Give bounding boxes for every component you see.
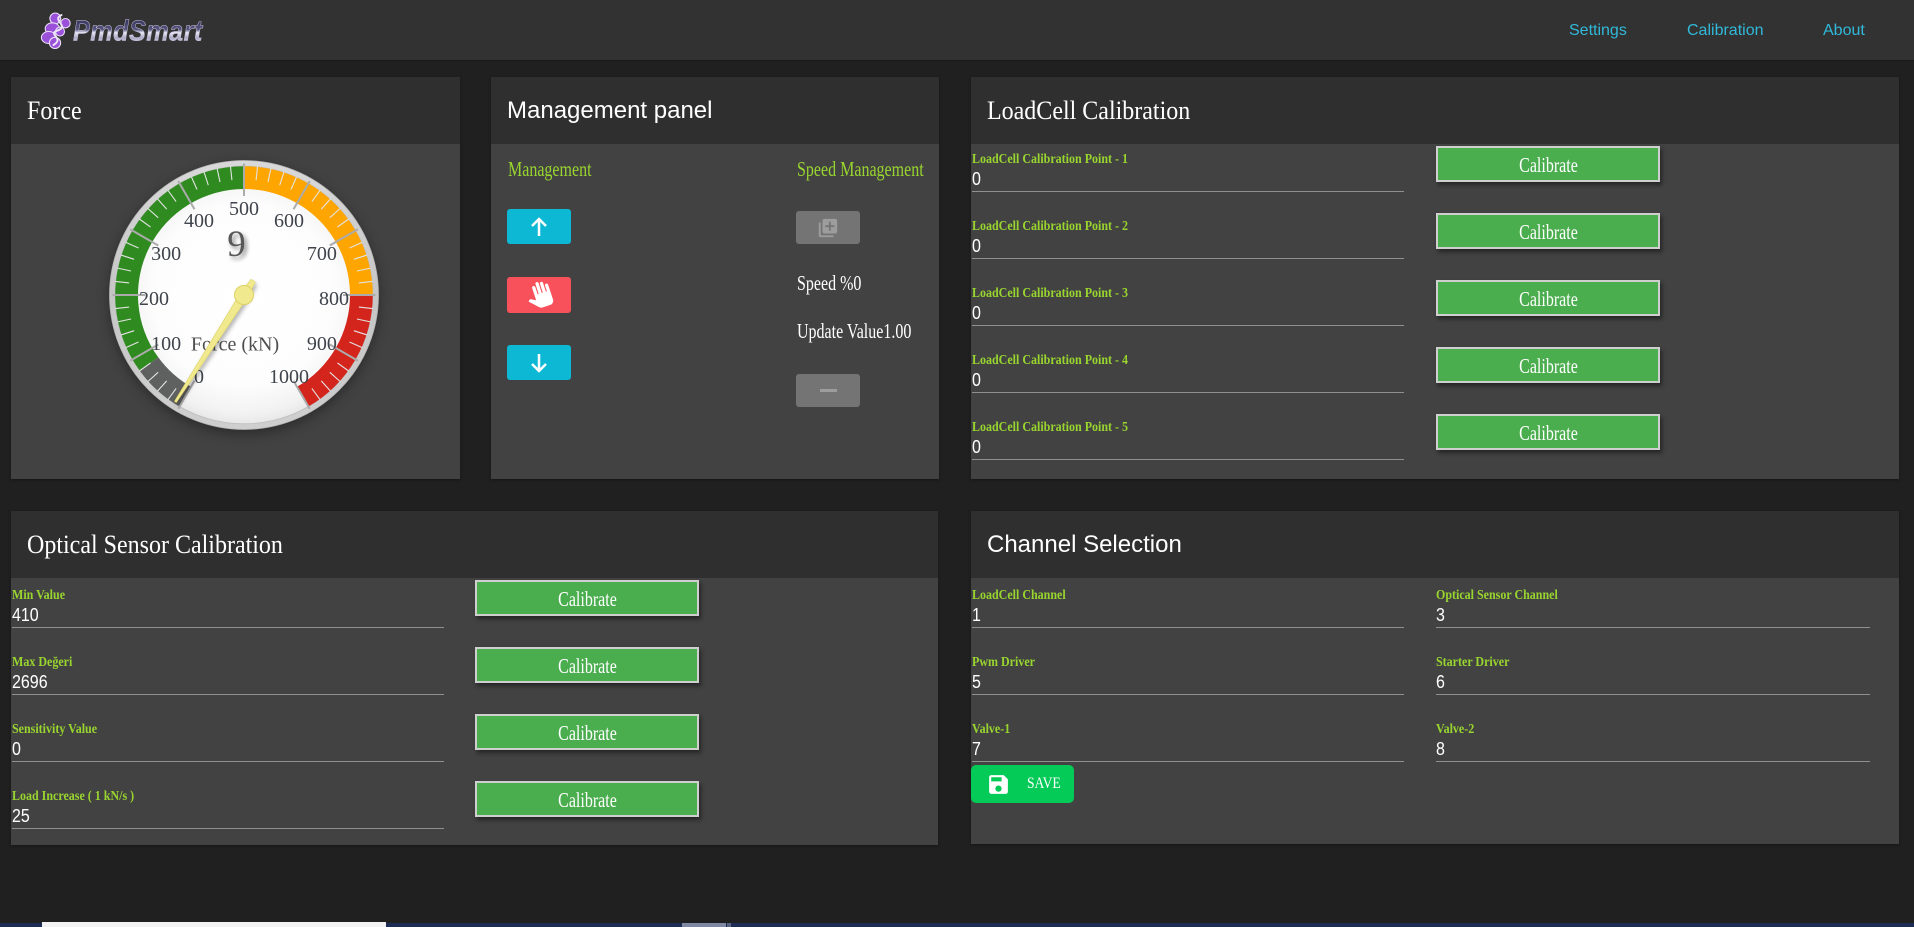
svg-text:800: 800 (319, 288, 349, 310)
svg-text:600: 600 (274, 210, 304, 232)
svg-text:900: 900 (307, 333, 337, 355)
svg-text:PmdSmart: PmdSmart (73, 15, 203, 47)
svg-text:700: 700 (307, 243, 337, 265)
svg-text:400: 400 (184, 210, 214, 232)
svg-text:300: 300 (151, 243, 181, 265)
svg-text:1000: 1000 (269, 366, 309, 388)
svg-text:9: 9 (227, 224, 246, 265)
svg-text:500: 500 (229, 198, 259, 220)
svg-text:200: 200 (139, 288, 169, 310)
svg-text:100: 100 (151, 333, 181, 355)
